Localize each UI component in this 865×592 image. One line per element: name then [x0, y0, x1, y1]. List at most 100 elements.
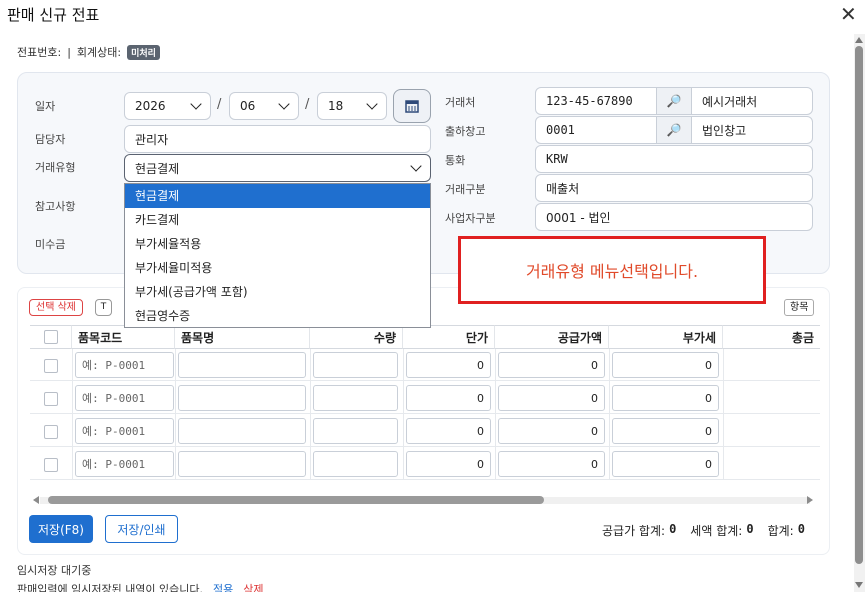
supply-input[interactable]: 0 [498, 385, 605, 411]
save-print-button[interactable]: 저장/인쇄 [105, 515, 178, 543]
row-divider [30, 380, 820, 381]
notice-box: 거래유형 메뉴선택입니다. [458, 236, 766, 304]
client-search-button[interactable]: 🔎 [656, 87, 692, 115]
item-code-input[interactable]: 예: P-0001 [75, 451, 174, 477]
day-select[interactable]: 18 [317, 92, 387, 120]
calendar-button[interactable] [393, 89, 431, 123]
dropdown-option[interactable]: 현금영수증 [125, 304, 430, 328]
tax-total-label: 세액 합계: [690, 524, 743, 538]
warehouse-name-field[interactable]: 법인창고 [691, 116, 813, 144]
delete-selected-button[interactable]: 선택 삭제 [29, 299, 83, 316]
close-icon[interactable]: ✕ [840, 2, 857, 26]
qty-input[interactable] [313, 418, 398, 444]
row-checkbox[interactable] [44, 425, 58, 439]
row-checkbox[interactable] [44, 392, 58, 406]
temp-save-message: 판매입력에 임시저장된 내역이 있습니다. 적용 삭제 [17, 581, 264, 592]
notice-text: 거래유형 메뉴선택입니다. [525, 262, 699, 281]
scroll-right-icon[interactable] [807, 496, 813, 504]
item-code-input[interactable]: 예: P-0001 [75, 418, 174, 444]
vat-input[interactable]: 0 [612, 352, 719, 378]
warehouse-code-field[interactable]: 0001 [535, 116, 657, 144]
row-checkbox[interactable] [44, 359, 58, 373]
calendar-icon [405, 100, 419, 113]
chevron-down-icon [278, 98, 290, 110]
dropdown-option[interactable]: 카드결제 [125, 208, 430, 232]
manager-field[interactable]: 관리자 [124, 125, 431, 153]
unit-price-input[interactable]: 0 [406, 451, 491, 477]
header-select-all [30, 325, 72, 349]
select-all-checkbox[interactable] [43, 330, 58, 344]
row-checkbox[interactable] [44, 458, 58, 472]
client-code-field[interactable]: 123-45-67890 [535, 87, 657, 115]
unit-price-input[interactable]: 0 [406, 418, 491, 444]
item-name-input[interactable] [178, 418, 306, 444]
item-name-input[interactable] [178, 385, 306, 411]
warehouse-search-button[interactable]: 🔎 [656, 116, 692, 144]
item-code-input[interactable]: 예: P-0001 [75, 352, 174, 378]
search-icon: 🔎 [666, 123, 682, 137]
horizontal-scrollbar[interactable] [30, 494, 818, 506]
dropdown-option[interactable]: 현금결제 [125, 184, 430, 208]
trade-type-dropdown[interactable]: 현금결제 카드결제 부가세율적용 부가세율미적용 부가세(공급가액 포함) 현금… [124, 183, 431, 328]
status-badge: 미처리 [127, 44, 160, 60]
header-item-name: 품목명 [175, 325, 310, 349]
meta-separator: | [67, 45, 71, 59]
tax-total-value: 0 [746, 522, 754, 536]
row-divider [30, 446, 820, 447]
t-button[interactable]: T [95, 299, 112, 316]
trade-class-field[interactable]: 매출처 [535, 174, 813, 202]
scroll-up-icon[interactable] [855, 37, 863, 43]
supply-input[interactable]: 0 [498, 451, 605, 477]
vat-input[interactable]: 0 [612, 451, 719, 477]
trade-type-select[interactable]: 현금결제 [124, 154, 431, 182]
scroll-thumb[interactable] [855, 46, 863, 564]
qty-input[interactable] [313, 385, 398, 411]
year-select[interactable]: 2026 [124, 92, 211, 120]
supply-input[interactable]: 0 [498, 352, 605, 378]
delete-link[interactable]: 삭제 [243, 581, 263, 592]
vat-input[interactable]: 0 [612, 385, 719, 411]
supply-input[interactable]: 0 [498, 418, 605, 444]
scroll-down-icon[interactable] [855, 582, 863, 588]
totals-bar: 공급가 합계: 0 세액 합계: 0 합계: 0 [602, 522, 819, 539]
scroll-thumb[interactable] [48, 496, 544, 504]
warehouse-name: 법인창고 [702, 123, 747, 138]
supply-total-label: 공급가 합계: [602, 524, 666, 538]
biz-class-field[interactable]: 0001 - 법인 [535, 203, 813, 231]
currency-label: 통화 [445, 154, 466, 167]
items-button[interactable]: 항목 [784, 299, 815, 316]
unit-price-input[interactable]: 0 [406, 352, 491, 378]
apply-link[interactable]: 적용 [213, 581, 233, 592]
item-name-input[interactable] [178, 451, 306, 477]
grand-total-value: 0 [797, 522, 805, 536]
window-title: 판매 신규 전표 [7, 6, 100, 24]
qty-input[interactable] [313, 352, 398, 378]
note-label: 참고사항 [35, 200, 76, 213]
save-button[interactable]: 저장(F8) [29, 515, 93, 543]
year-value: 2026 [135, 99, 166, 113]
trade-class-value: 매출처 [546, 181, 580, 196]
col-divider [175, 349, 176, 480]
scroll-left-icon[interactable] [33, 496, 39, 504]
currency-field[interactable]: KRW [535, 145, 813, 173]
month-select[interactable]: 06 [229, 92, 299, 120]
client-name-field[interactable]: 예시거래처 [691, 87, 813, 115]
slip-meta: 전표번호: | 회계상태: 미처리 [17, 44, 160, 60]
unit-price-input[interactable]: 0 [406, 385, 491, 411]
vertical-scrollbar[interactable] [854, 34, 865, 592]
dropdown-option[interactable]: 부가세(공급가액 포함) [125, 280, 430, 304]
header-supply: 공급가액 [495, 325, 609, 349]
dropdown-option[interactable]: 부가세율미적용 [125, 256, 430, 280]
header-vat: 부가세 [609, 325, 723, 349]
item-name-input[interactable] [178, 352, 306, 378]
temp-save-text: 판매입력에 임시저장된 내역이 있습니다. [17, 583, 204, 592]
vat-input[interactable]: 0 [612, 418, 719, 444]
dropdown-option[interactable]: 부가세율적용 [125, 232, 430, 256]
trade-class-label: 거래구분 [445, 183, 486, 196]
header-qty: 수량 [310, 325, 403, 349]
item-code-input[interactable]: 예: P-0001 [75, 385, 174, 411]
chevron-down-icon [410, 160, 422, 172]
qty-input[interactable] [313, 451, 398, 477]
header-item-code: 품목코드 [72, 325, 175, 349]
col-divider [72, 349, 73, 480]
